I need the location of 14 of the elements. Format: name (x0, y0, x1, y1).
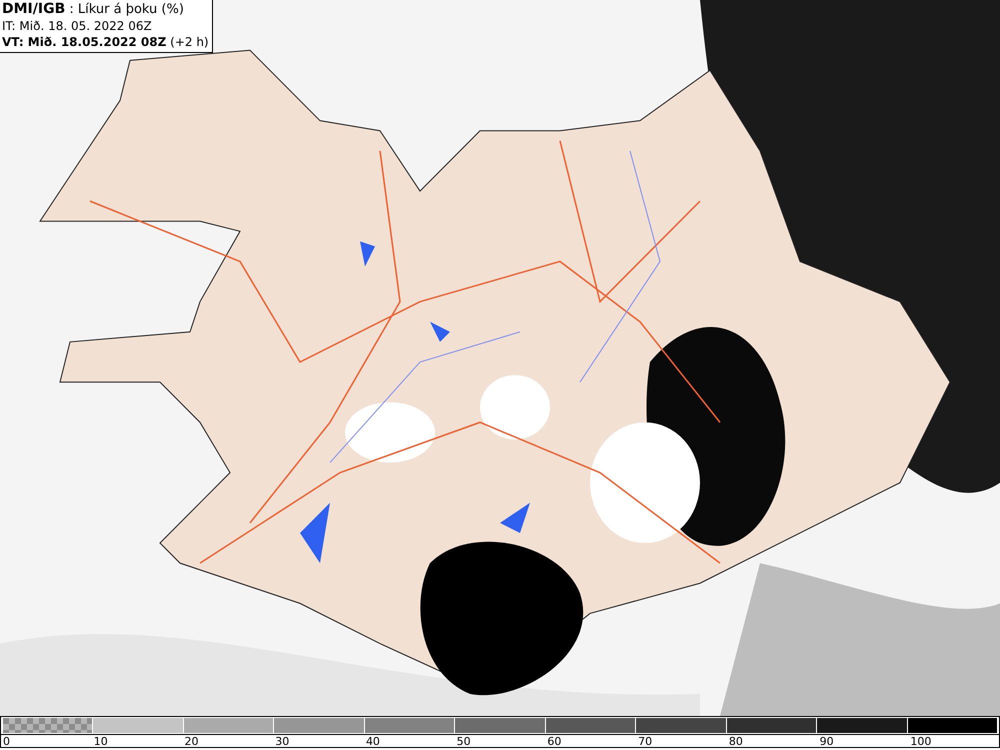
legend-label: 20 (183, 735, 200, 748)
legend-label: 80 (728, 735, 744, 748)
legend-label: 100 (909, 735, 932, 748)
legend-label: 60 (546, 735, 562, 748)
map-title: DMI/IGB : Líkur á þoku (%) (2, 1, 185, 18)
legend-label: 90 (818, 735, 835, 748)
valid-time: VT: Mið. 18.05.2022 08Z (+2 h) (2, 34, 209, 50)
legend-label: 50 (456, 735, 472, 748)
legend-label: 30 (274, 735, 290, 748)
issue-time: IT: Mið. 18. 05. 2022 06Z (2, 18, 153, 34)
legend-label: 0 (2, 735, 11, 748)
legend-label: 10 (92, 735, 109, 748)
legend-label: 40 (364, 735, 381, 748)
legend-label: 70 (637, 735, 654, 748)
